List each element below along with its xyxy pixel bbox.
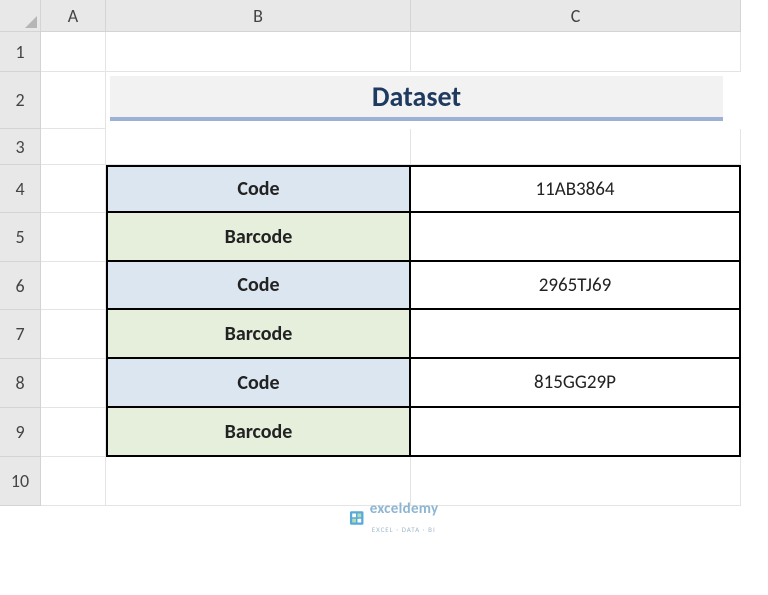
watermark-brand: exceldemy — [370, 500, 439, 518]
watermark-tagline: EXCEL · DATA · BI — [372, 525, 436, 534]
value-code-3[interactable]: 815GG29P — [411, 359, 741, 408]
row-header-9[interactable]: 9 — [0, 408, 41, 457]
cell-c10[interactable] — [411, 457, 741, 506]
dataset-title: Dataset — [110, 76, 723, 121]
cell-c3[interactable] — [411, 129, 741, 165]
watermark: exceldemy EXCEL · DATA · BI — [348, 499, 439, 537]
value-code-1[interactable]: 11AB3864 — [411, 165, 741, 213]
cell-a8[interactable] — [41, 359, 106, 408]
cell-c1[interactable] — [411, 32, 741, 72]
label-barcode-3[interactable]: Barcode — [106, 408, 411, 457]
cell-a5[interactable] — [41, 213, 106, 262]
label-code-1[interactable]: Code — [106, 165, 411, 213]
cell-a7[interactable] — [41, 310, 106, 359]
row-header-4[interactable]: 4 — [0, 165, 41, 213]
cell-a6[interactable] — [41, 262, 106, 310]
label-code-3[interactable]: Code — [106, 359, 411, 408]
row-header-1[interactable]: 1 — [0, 32, 41, 72]
col-header-b[interactable]: B — [106, 0, 411, 32]
cell-b3[interactable] — [106, 129, 411, 165]
row-header-2[interactable]: 2 — [0, 72, 41, 129]
row-header-6[interactable]: 6 — [0, 262, 41, 310]
col-header-c[interactable]: C — [411, 0, 741, 32]
cell-a9[interactable] — [41, 408, 106, 457]
select-all-corner[interactable] — [0, 0, 41, 32]
cell-a4[interactable] — [41, 165, 106, 213]
cell-a1[interactable] — [41, 32, 106, 72]
label-code-2[interactable]: Code — [106, 262, 411, 310]
spreadsheet-grid: A B C 1 2 Dataset 3 4 Code 11AB3864 5 Ba… — [0, 0, 768, 546]
row-header-5[interactable]: 5 — [0, 213, 41, 262]
value-barcode-3[interactable] — [411, 408, 741, 457]
row-header-8[interactable]: 8 — [0, 359, 41, 408]
cell-a3[interactable] — [41, 129, 106, 165]
cell-a10[interactable] — [41, 457, 106, 506]
exceldemy-logo-icon — [348, 509, 366, 527]
label-barcode-2[interactable]: Barcode — [106, 310, 411, 359]
value-barcode-1[interactable] — [411, 213, 741, 262]
label-barcode-1[interactable]: Barcode — [106, 213, 411, 262]
cell-a2[interactable] — [41, 72, 106, 129]
value-barcode-2[interactable] — [411, 310, 741, 359]
cell-b1[interactable] — [106, 32, 411, 72]
row-header-7[interactable]: 7 — [0, 310, 41, 359]
row-header-3[interactable]: 3 — [0, 129, 41, 165]
value-code-2[interactable]: 2965TJ69 — [411, 262, 741, 310]
row-header-10[interactable]: 10 — [0, 457, 41, 506]
col-header-a[interactable]: A — [41, 0, 106, 32]
